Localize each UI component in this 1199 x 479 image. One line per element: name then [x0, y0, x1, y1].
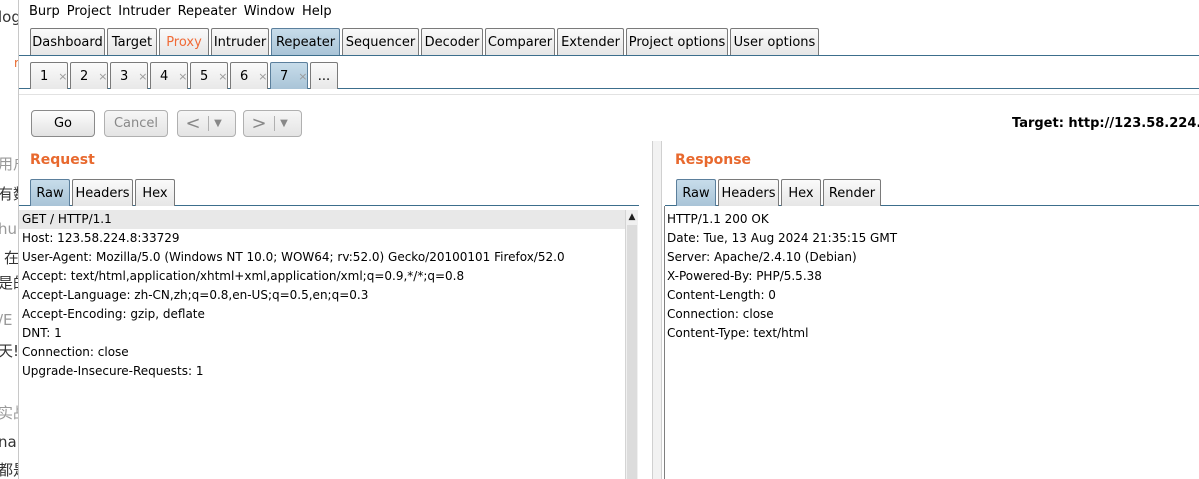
close-icon[interactable]: × — [58, 70, 67, 83]
background-text: 天! — [0, 342, 18, 360]
burp-suite-window: Burp Project Intruder Repeater Window He… — [18, 0, 1199, 479]
background-text: 在 — [4, 249, 18, 267]
close-icon[interactable]: × — [218, 70, 227, 83]
background-text: 都是 — [0, 461, 18, 479]
request-tab-headers[interactable]: Headers — [72, 179, 133, 206]
background-text: log — [0, 8, 18, 26]
response-line: HTTP/1.1 200 OK — [667, 212, 769, 226]
go-button[interactable]: Go — [31, 110, 95, 137]
background-text: /E — [0, 311, 13, 329]
menu-window[interactable]: Window — [244, 4, 295, 19]
menu-bar: Burp Project Intruder Repeater Window He… — [19, 0, 1199, 22]
tab-number: 6 — [240, 68, 249, 84]
close-icon[interactable]: × — [258, 70, 267, 83]
close-icon[interactable]: × — [138, 70, 147, 83]
tab-number: 2 — [80, 68, 89, 84]
response-line: X-Powered-By: PHP/5.5.38 — [667, 269, 822, 283]
request-tab-raw[interactable]: Raw — [30, 179, 70, 206]
scroll-up-icon[interactable]: ▲ — [626, 210, 638, 225]
main-tab-bar: Dashboard Target Proxy Intruder Repeater… — [19, 25, 1199, 56]
tab-user-options[interactable]: User options — [730, 28, 819, 55]
chevron-left-icon: < — [185, 112, 201, 134]
response-line: Date: Tue, 13 Aug 2024 21:35:15 GMT — [667, 231, 898, 245]
response-tab-render[interactable]: Render — [823, 179, 881, 206]
tab-proxy[interactable]: Proxy — [159, 28, 209, 55]
toolbar-divider — [19, 94, 1199, 95]
split-pane-divider[interactable] — [652, 141, 662, 479]
request-line: Host: 123.58.224.8:33729 — [22, 231, 180, 245]
request-line: Accept-Language: zh-CN,zh;q=0.8,en-US;q=… — [22, 288, 369, 302]
tab-extender[interactable]: Extender — [557, 28, 624, 55]
repeater-tab-7[interactable]: 7 × — [270, 62, 308, 89]
repeater-tab-6[interactable]: 6 × — [230, 62, 268, 89]
request-line: Upgrade-Insecure-Requests: 1 — [22, 364, 204, 378]
request-line: Accept: text/html,application/xhtml+xml,… — [22, 269, 465, 283]
tab-dashboard[interactable]: Dashboard — [30, 28, 105, 55]
repeater-tab-4[interactable]: 4 × — [150, 62, 188, 89]
scrollbar-thumb[interactable] — [627, 225, 637, 479]
tab-number: 3 — [120, 68, 129, 84]
request-line: User-Agent: Mozilla/5.0 (Windows NT 10.0… — [22, 250, 565, 264]
request-line: Accept-Encoding: gzip, deflate — [22, 307, 205, 321]
request-line: DNT: 1 — [22, 326, 62, 340]
tab-comparer[interactable]: Comparer — [485, 28, 555, 55]
tab-repeater[interactable]: Repeater — [271, 28, 340, 55]
background-text: hu — [0, 220, 18, 238]
cancel-button[interactable]: Cancel — [104, 110, 168, 137]
new-tab-button[interactable]: ... — [310, 62, 338, 89]
repeater-tab-2[interactable]: 2 × — [70, 62, 108, 89]
menu-project[interactable]: Project — [67, 4, 111, 19]
repeater-tab-bar: 1 × 2 × 3 × 4 × 5 × 6 × 7 × ... — [19, 60, 1199, 89]
background-window-strip: log r 用户 有数 hu 在 是的 /E 天! 实战 nap 都是 — [0, 0, 18, 479]
background-text: 有数 — [0, 185, 18, 203]
response-tab-headers[interactable]: Headers — [718, 179, 779, 206]
repeater-tab-1[interactable]: 1 × — [30, 62, 68, 89]
response-view-tabs: Raw Headers Hex Render — [665, 179, 1199, 206]
target-label[interactable]: Target: http://123.58.224.8:3372 — [1012, 116, 1199, 131]
chevron-right-icon: > — [251, 112, 267, 134]
request-tab-hex[interactable]: Hex — [135, 179, 175, 206]
dropdown-icon[interactable]: ▼ — [209, 118, 227, 129]
menu-intruder[interactable]: Intruder — [118, 4, 170, 19]
close-icon[interactable]: × — [298, 70, 307, 83]
tab-target[interactable]: Target — [107, 28, 157, 55]
background-text: 用户 — [0, 155, 18, 173]
forward-button[interactable]: > ▼ — [243, 110, 302, 137]
menu-help[interactable]: Help — [302, 4, 332, 19]
menu-burp[interactable]: Burp — [29, 4, 60, 19]
request-scrollbar[interactable]: ▲ — [625, 210, 638, 479]
request-title: Request — [30, 152, 95, 168]
back-button[interactable]: < ▼ — [177, 110, 236, 137]
request-editor[interactable]: GET / HTTP/1.1 Host: 123.58.224.8:33729 … — [19, 210, 626, 381]
tab-intruder[interactable]: Intruder — [211, 28, 269, 55]
request-view-tabs: Raw Headers Hex — [19, 179, 639, 206]
tab-decoder[interactable]: Decoder — [421, 28, 483, 55]
background-text: 实战 — [0, 404, 18, 422]
background-text: nap — [0, 433, 18, 451]
background-text: 是的 — [0, 274, 18, 292]
close-icon[interactable]: × — [98, 70, 107, 83]
response-editor[interactable]: HTTP/1.1 200 OK Date: Tue, 13 Aug 2024 2… — [664, 210, 1199, 343]
repeater-tab-3[interactable]: 3 × — [110, 62, 148, 89]
request-line: GET / HTTP/1.1 — [19, 210, 626, 229]
close-icon[interactable]: × — [178, 70, 187, 83]
response-tab-raw[interactable]: Raw — [676, 179, 716, 206]
tab-number: 4 — [160, 68, 169, 84]
response-line: Content-Type: text/html — [667, 326, 809, 340]
response-line: Content-Length: 0 — [667, 288, 776, 302]
response-title: Response — [675, 152, 752, 168]
tab-sequencer[interactable]: Sequencer — [342, 28, 419, 55]
tab-number: 1 — [40, 68, 49, 84]
tab-project-options[interactable]: Project options — [626, 28, 728, 55]
response-line: Connection: close — [667, 307, 774, 321]
request-line: Connection: close — [22, 345, 129, 359]
menu-repeater[interactable]: Repeater — [178, 4, 237, 19]
tab-number: 7 — [280, 68, 289, 84]
repeater-tab-5[interactable]: 5 × — [190, 62, 228, 89]
response-tab-hex[interactable]: Hex — [781, 179, 821, 206]
tab-number: 5 — [200, 68, 209, 84]
response-line: Server: Apache/2.4.10 (Debian) — [667, 250, 857, 264]
dropdown-icon[interactable]: ▼ — [275, 118, 293, 129]
